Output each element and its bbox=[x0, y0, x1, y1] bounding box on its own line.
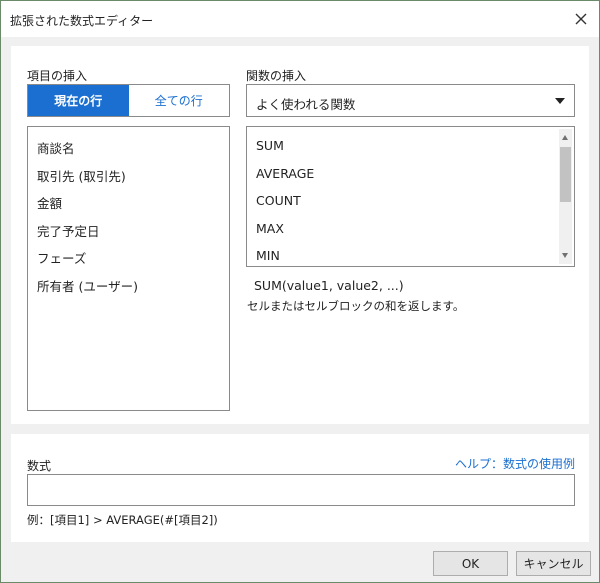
function-item[interactable]: MAX bbox=[256, 221, 284, 236]
window-title: 拡張された数式エディター bbox=[10, 14, 154, 28]
tab-all-rows[interactable]: 全ての行 bbox=[128, 85, 229, 116]
function-list[interactable]: SUM AVERAGE COUNT MAX MIN bbox=[246, 126, 575, 267]
row-scope-toggle: 現在の行 全ての行 bbox=[27, 84, 230, 117]
title-bar: 拡張された数式エディター bbox=[1, 1, 599, 37]
close-button[interactable] bbox=[571, 9, 591, 29]
scroll-up-arrow-icon[interactable] bbox=[562, 135, 568, 140]
function-item[interactable]: COUNT bbox=[256, 193, 301, 208]
close-icon bbox=[575, 13, 587, 25]
insert-field-label: 項目の挿入 bbox=[27, 69, 88, 83]
field-item[interactable]: 商談名 bbox=[37, 138, 75, 157]
function-category-value: よく使われる関数 bbox=[256, 97, 356, 112]
function-item[interactable]: SUM bbox=[256, 138, 284, 153]
formula-panel: 数式 ヘルプ：数式の使用例 例：[項目1] > AVERAGE(#[項目2]) bbox=[11, 434, 589, 542]
function-description: セルまたはセルブロックの和を返します。 bbox=[247, 299, 465, 313]
cancel-button[interactable]: キャンセル bbox=[516, 551, 591, 576]
insert-function-label: 関数の挿入 bbox=[246, 69, 307, 83]
field-item[interactable]: フェーズ bbox=[37, 248, 86, 267]
function-list-scrollbar[interactable] bbox=[559, 129, 572, 264]
ok-button[interactable]: OK bbox=[433, 551, 508, 576]
field-item[interactable]: 完了予定日 bbox=[37, 221, 100, 240]
scroll-down-arrow-icon[interactable] bbox=[562, 253, 568, 258]
function-item[interactable]: MIN bbox=[256, 248, 280, 263]
field-item[interactable]: 金額 bbox=[37, 193, 62, 212]
formula-input[interactable] bbox=[27, 474, 575, 506]
field-list[interactable]: 商談名 取引先 (取引先) 金額 完了予定日 フェーズ 所有者 (ユーザー) bbox=[27, 126, 230, 411]
dropdown-arrow-icon bbox=[555, 98, 565, 104]
tab-current-row[interactable]: 現在の行 bbox=[28, 85, 129, 116]
formula-help-link[interactable]: ヘルプ：数式の使用例 bbox=[455, 455, 575, 472]
function-category-select[interactable]: よく使われる関数 bbox=[246, 84, 575, 117]
function-signature: SUM(value1, value2, ...) bbox=[254, 278, 404, 293]
function-item[interactable]: AVERAGE bbox=[256, 166, 314, 181]
formula-editor-dialog: 拡張された数式エディター 項目の挿入 現在の行 全ての行 商談名 取引先 (取引… bbox=[0, 0, 600, 583]
field-item[interactable]: 所有者 (ユーザー) bbox=[37, 276, 138, 295]
formula-label: 数式 bbox=[27, 459, 52, 473]
formula-example: 例：[項目1] > AVERAGE(#[項目2]) bbox=[27, 513, 218, 527]
insert-panel: 項目の挿入 現在の行 全ての行 商談名 取引先 (取引先) 金額 完了予定日 フ… bbox=[11, 46, 589, 424]
field-item[interactable]: 取引先 (取引先) bbox=[37, 166, 126, 185]
scroll-thumb[interactable] bbox=[560, 147, 571, 202]
